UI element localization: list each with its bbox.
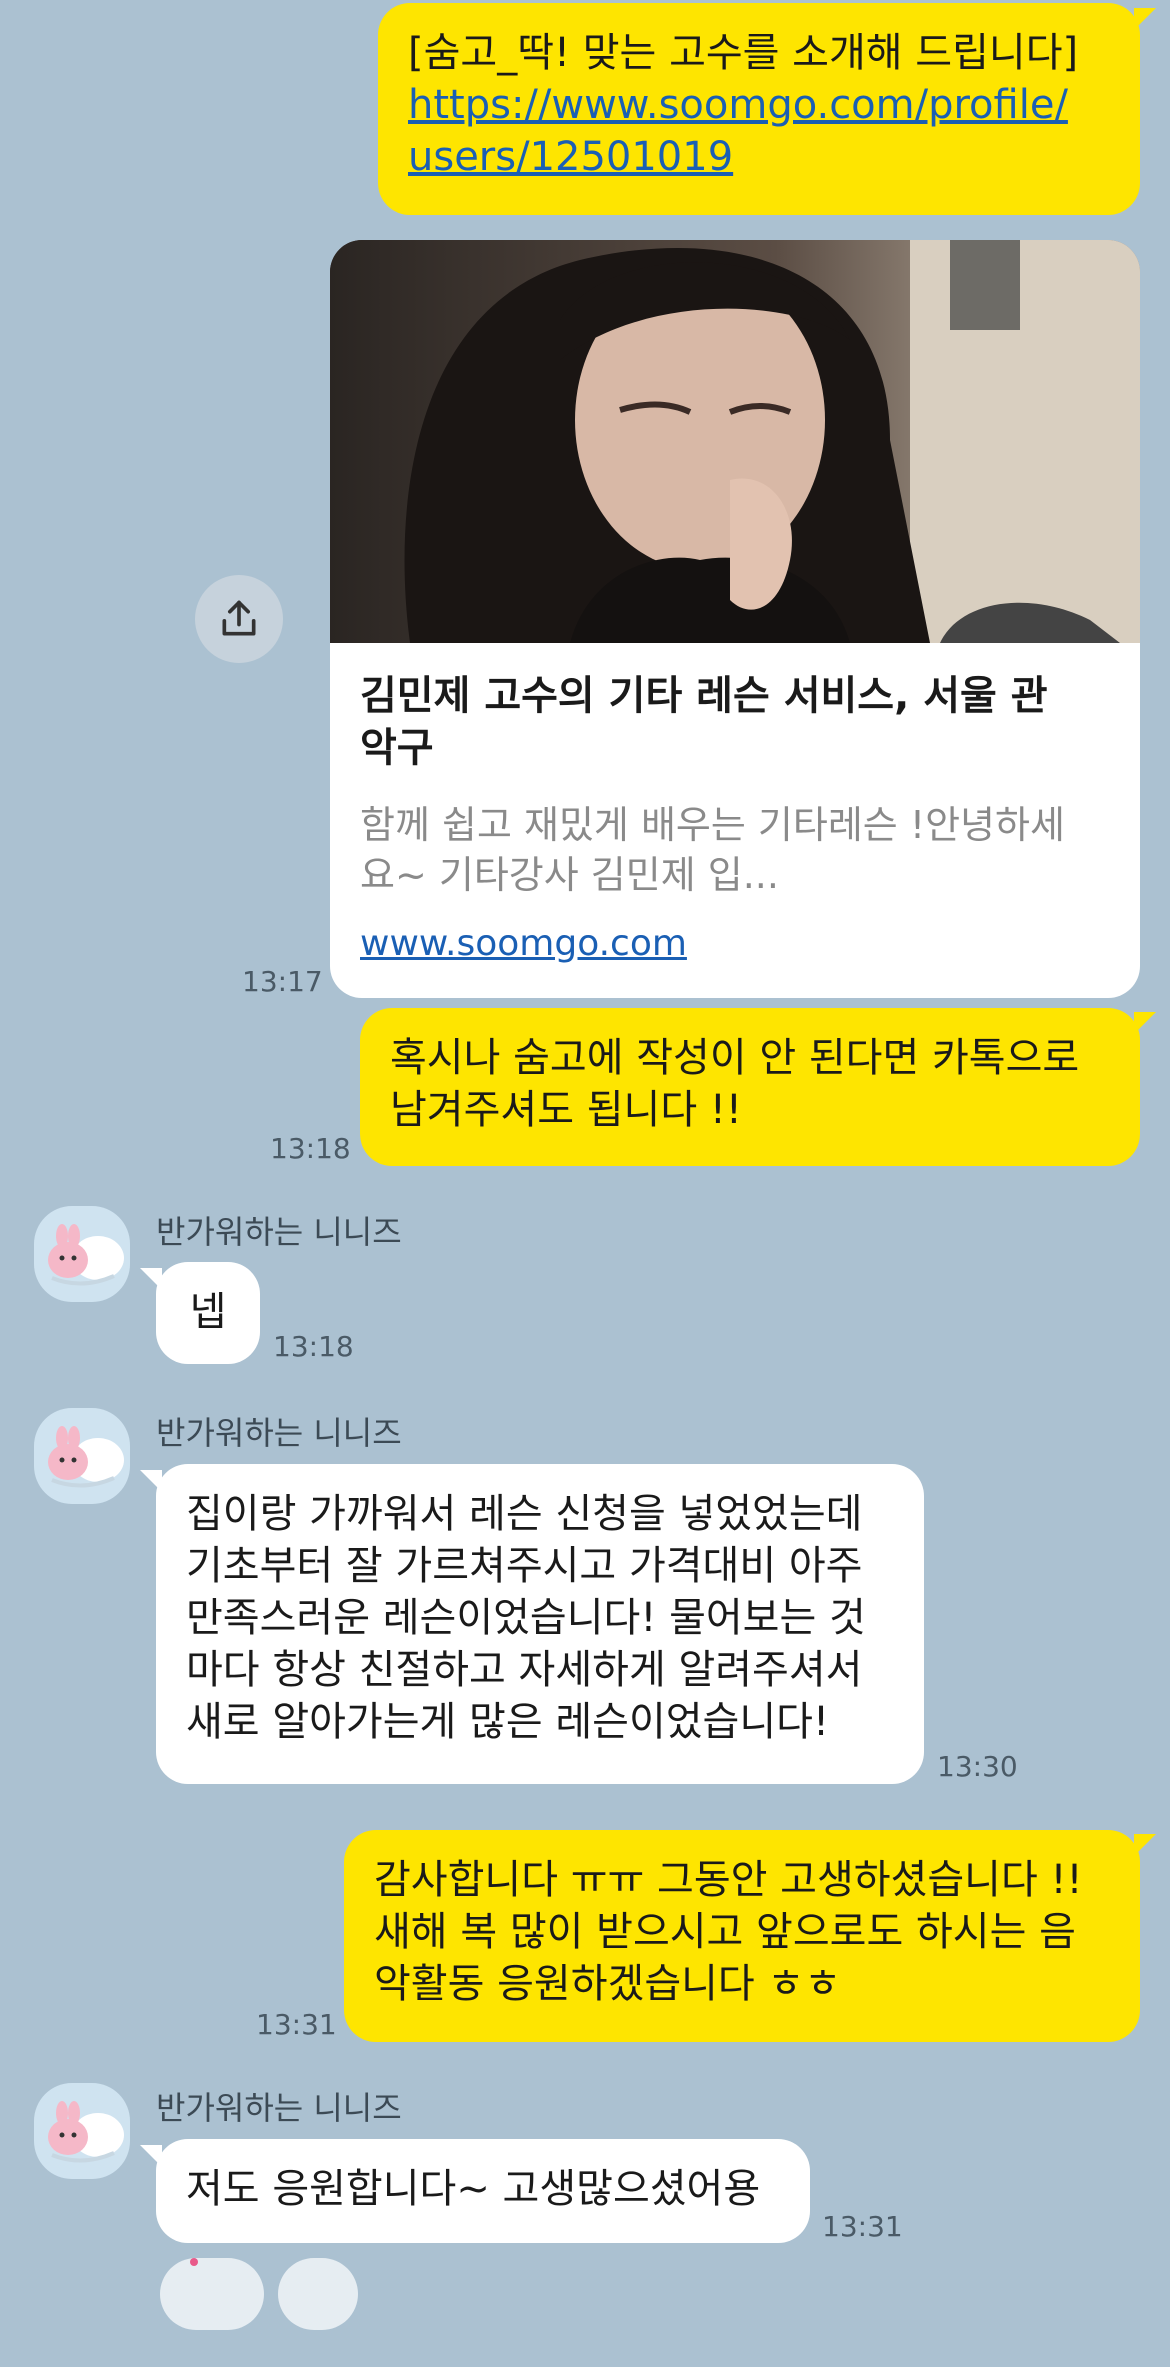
message-text: 새해 복 많이 받으시고 앞으로도 하시는 음 [374, 1909, 1076, 1955]
card-title-line: 김민제 고수의 기타 레슨 서비스, 서울 관 [360, 673, 1048, 719]
message-bubble[interactable]: 혹시나 숨고에 작성이 안 된다면 카톡으로 남겨주셔도 됩니다 !! [360, 1008, 1140, 1166]
card-desc-line: 요~ 기타강사 김민제 입... [360, 853, 779, 897]
reaction-chip[interactable] [278, 2258, 358, 2330]
message-text: 만족스러운 레슨이었습니다! 물어보는 것 [186, 1595, 866, 1641]
profile-link-cont[interactable]: users/12501019 [408, 131, 1110, 183]
timestamp: 13:31 [822, 2210, 903, 2243]
message-text: 혹시나 숨고에 작성이 안 된다면 카톡으로 [390, 1035, 1080, 1081]
message-bubble[interactable]: 감사합니다 ㅠㅠ 그동안 고생하셨습니다 !! 새해 복 많이 받으시고 앞으로… [344, 1830, 1140, 2042]
bubble-tail [140, 1470, 162, 1492]
ninis-sticker-avatar-icon [48, 1426, 124, 1488]
sender-name: 반가워하는 니니즈 [156, 1414, 402, 1452]
message-text: 저도 응원합니다~ 고생많으셨어용 [186, 2166, 761, 2212]
message-bubble[interactable]: 집이랑 가까워서 레슨 신청을 넣었었는데 기초부터 잘 가르쳐주시고 가격대비… [156, 1464, 924, 1784]
profile-link[interactable]: https://www.soomgo.com/profile/ [408, 79, 1110, 131]
link-preview-card[interactable]: 김민제 고수의 기타 레슨 서비스, 서울 관 악구 함께 쉽고 재밌게 배우는… [330, 240, 1140, 998]
bubble-tail [1134, 1834, 1156, 1856]
message-text: 악활동 응원하겠습니다 ㅎㅎ [374, 1961, 842, 2007]
card-description: 함께 쉽고 재밌게 배우는 기타레슨 !안녕하세 요~ 기타강사 김민제 입..… [360, 800, 1120, 900]
ninis-sticker-avatar-icon [48, 1224, 124, 1286]
timestamp: 13:31 [256, 2008, 337, 2041]
bubble-tail [1134, 8, 1156, 30]
message-text: 마다 항상 친절하고 자세하게 알려주셔서 [186, 1647, 863, 1693]
message-bubble[interactable]: 저도 응원합니다~ 고생많으셨어용 [156, 2139, 810, 2243]
ninis-sticker-avatar-icon [48, 2101, 124, 2163]
message-text: 남겨주셔도 됩니다 !! [390, 1087, 742, 1133]
message-text: 집이랑 가까워서 레슨 신청을 넣었었는데 [186, 1491, 863, 1537]
card-desc-line: 함께 쉽고 재밌게 배우는 기타레슨 !안녕하세 [360, 803, 1065, 847]
message-text: 기초부터 잘 가르쳐주시고 가격대비 아주 [186, 1543, 863, 1589]
message-bubble-link[interactable]: [숨고_딱! 맞는 고수를 소개해 드립니다] https://www.soom… [378, 3, 1140, 215]
avatar[interactable] [34, 1206, 130, 1302]
avatar[interactable] [34, 1408, 130, 1504]
share-icon [222, 600, 256, 636]
bubble-tail [140, 2145, 162, 2167]
message-text: 감사합니다 ㅠㅠ 그동안 고생하셨습니다 !! [374, 1857, 1083, 1903]
card-title-line: 악구 [360, 725, 434, 771]
message-bubble[interactable]: 넵 [156, 1262, 260, 1364]
timestamp: 13:18 [270, 1132, 351, 1165]
timestamp: 13:30 [937, 1750, 1018, 1783]
card-domain-link[interactable]: www.soomgo.com [360, 920, 687, 968]
message-text: [숨고_딱! 맞는 고수를 소개해 드립니다] [408, 30, 1079, 76]
reaction-chip[interactable] [160, 2258, 264, 2330]
card-title: 김민제 고수의 기타 레슨 서비스, 서울 관 악구 [360, 670, 1120, 774]
timestamp: 13:18 [273, 1330, 354, 1363]
bubble-tail [1134, 1012, 1156, 1034]
bubble-tail [140, 1268, 162, 1290]
preview-image [330, 240, 1140, 643]
sender-name: 반가워하는 니니즈 [156, 1213, 402, 1251]
avatar[interactable] [34, 2083, 130, 2179]
sender-name: 반가워하는 니니즈 [156, 2089, 402, 2127]
message-text: 넵 [189, 1289, 227, 1335]
share-button[interactable] [195, 575, 283, 663]
reaction-dot [190, 2258, 198, 2266]
timestamp: 13:17 [242, 965, 323, 998]
message-text: 새로 알아가는게 많은 레슨이었습니다! [186, 1699, 829, 1745]
